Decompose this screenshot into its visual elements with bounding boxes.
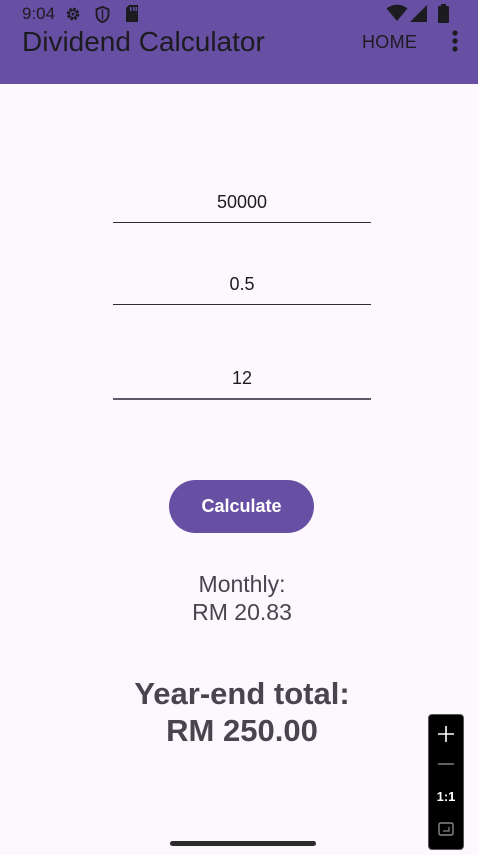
status-time: 9:04: [22, 4, 56, 23]
yearend-result: Year-end total: RM 250.00: [0, 675, 478, 749]
signal-icon: [410, 5, 427, 22]
home-button[interactable]: HOME: [362, 32, 417, 53]
gesture-nav-handle[interactable]: [170, 841, 316, 846]
monthly-label: Monthly:: [198, 571, 286, 597]
sd-card-icon: [126, 5, 138, 22]
wifi-icon: [386, 4, 408, 21]
shield-icon: [95, 5, 110, 24]
monthly-value: RM 20.83: [192, 599, 292, 625]
investment-field[interactable]: [113, 182, 371, 223]
zoom-out-icon[interactable]: [437, 759, 455, 769]
more-vert-icon[interactable]: [448, 29, 462, 53]
yearend-label: Year-end total:: [134, 676, 350, 711]
zoom-control-panel: 1:1: [428, 714, 464, 850]
yearend-value: RM 250.00: [166, 713, 318, 748]
calculate-button[interactable]: Calculate: [169, 480, 314, 533]
dividend-rate-field[interactable]: [113, 264, 371, 305]
battery-icon: [438, 4, 449, 23]
settings-gear-icon: [66, 7, 80, 21]
investment-input[interactable]: [113, 182, 371, 222]
monthly-result: Monthly: RM 20.83: [0, 570, 478, 626]
status-bar: 9:04: [0, 0, 478, 28]
months-input[interactable]: [113, 358, 371, 398]
dividend-rate-input[interactable]: [113, 264, 371, 304]
app-bar: 9:04 Dividend Calculator HOME: [0, 0, 478, 84]
months-field[interactable]: [113, 358, 371, 400]
zoom-in-icon[interactable]: [437, 725, 455, 743]
zoom-ratio-label[interactable]: 1:1: [429, 789, 463, 804]
fit-screen-icon[interactable]: [438, 822, 454, 836]
app-title: Dividend Calculator: [22, 26, 265, 57]
